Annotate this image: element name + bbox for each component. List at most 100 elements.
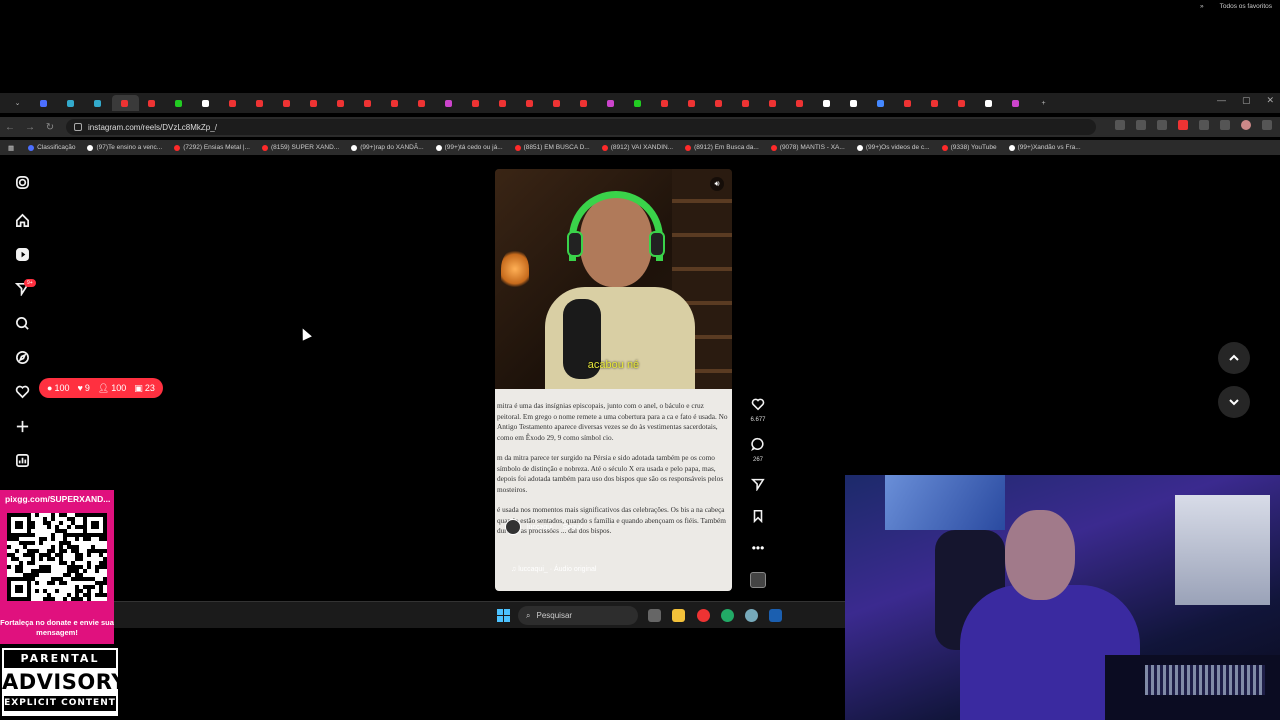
- extension-red-icon[interactable]: [1178, 120, 1188, 130]
- create-icon[interactable]: [13, 417, 31, 435]
- browser-tab[interactable]: [85, 95, 112, 111]
- browser-tab[interactable]: [868, 95, 895, 111]
- bookmark-item[interactable]: (9338) YouTube: [941, 144, 997, 151]
- bookmark-item[interactable]: (99+)rap do XANDÃ...: [351, 144, 424, 151]
- bookmark-item[interactable]: (8912) Em Busca da...: [685, 144, 759, 151]
- browser-tab[interactable]: [814, 95, 841, 111]
- browser-tab[interactable]: [760, 95, 787, 111]
- explore-icon[interactable]: [13, 348, 31, 366]
- task-view-icon[interactable]: [648, 609, 661, 622]
- star-icon[interactable]: [1157, 120, 1167, 130]
- back-icon[interactable]: ←: [0, 122, 20, 133]
- forward-icon[interactable]: →: [20, 122, 40, 133]
- reload-icon[interactable]: ↻: [40, 122, 60, 133]
- comment-action[interactable]: 267: [748, 437, 768, 463]
- bookmark-item[interactable]: (8912) VAI XANDIN...: [601, 144, 673, 151]
- settings-icon[interactable]: [745, 609, 758, 622]
- like-action[interactable]: 6.677: [748, 397, 768, 423]
- author-name[interactable]: luccaqui_: [527, 524, 557, 531]
- reel-player[interactable]: acabou né 🔊︎ mitra é uma das insígnias e…: [495, 169, 732, 591]
- save-action[interactable]: [748, 509, 768, 528]
- browser-tab[interactable]: [220, 95, 247, 111]
- browser-tab[interactable]: [949, 95, 976, 111]
- browser-tab[interactable]: [247, 95, 274, 111]
- all-bookmarks-folder[interactable]: Todos os favoritos: [1220, 3, 1272, 10]
- extension-icon[interactable]: [1199, 120, 1209, 130]
- more-options-icon[interactable]: •••: [748, 541, 768, 555]
- browser-tab[interactable]: [490, 95, 517, 111]
- reels-icon[interactable]: [13, 245, 31, 263]
- browser-tab[interactable]: [625, 95, 652, 111]
- sound-icon[interactable]: 🔊︎: [710, 177, 724, 191]
- browser-tab[interactable]: [301, 95, 328, 111]
- search-icon[interactable]: [13, 314, 31, 332]
- address-bar[interactable]: instagram.com/reels/DVzLc8MkZp_/: [66, 119, 1096, 135]
- instagram-logo-icon[interactable]: [13, 173, 31, 191]
- notifications-heart-icon[interactable]: [13, 382, 31, 400]
- browser-tab[interactable]: [355, 95, 382, 111]
- app-icon[interactable]: [721, 609, 734, 622]
- browser-tab[interactable]: [517, 95, 544, 111]
- browser-tab[interactable]: [463, 95, 490, 111]
- browser-tab[interactable]: [544, 95, 571, 111]
- browser-tab[interactable]: [733, 95, 760, 111]
- browser-tab[interactable]: [193, 95, 220, 111]
- dashboard-icon[interactable]: [13, 451, 31, 469]
- browser-tab[interactable]: [382, 95, 409, 111]
- site-info-icon[interactable]: [74, 123, 82, 131]
- audio-thumbnail[interactable]: [750, 572, 766, 588]
- tab-search-icon[interactable]: ⌄: [4, 95, 31, 111]
- steam-icon[interactable]: [769, 609, 782, 622]
- browser-tab[interactable]: [841, 95, 868, 111]
- browser-tab[interactable]: [598, 95, 625, 111]
- notification-counters-pill[interactable]: ● 100 ♥ 9 👤︎ 100 ▣ 23: [39, 378, 163, 398]
- menu-icon[interactable]: [1262, 120, 1272, 130]
- new-tab-icon[interactable]: +: [1030, 95, 1057, 111]
- file-explorer-icon[interactable]: [672, 609, 685, 622]
- bookmark-item[interactable]: (9078) MANTIS - XA...: [770, 144, 845, 151]
- bookmark-item[interactable]: (99+)Xandão vs Fra...: [1008, 144, 1081, 151]
- browser-tab[interactable]: [328, 95, 355, 111]
- home-icon[interactable]: [13, 211, 31, 229]
- browser-tab[interactable]: [166, 95, 193, 111]
- reel-audio-label[interactable]: ♫ luccaqui_ · Áudio original: [511, 566, 596, 573]
- zoom-icon[interactable]: [1136, 120, 1146, 130]
- browser-tab[interactable]: [436, 95, 463, 111]
- bookmark-item[interactable]: (97)Te ensino a venc...: [87, 144, 162, 151]
- profile-avatar[interactable]: [1241, 120, 1251, 130]
- browser-tab[interactable]: [409, 95, 436, 111]
- maximize-icon[interactable]: ▢: [1242, 95, 1251, 106]
- bookmark-item[interactable]: Classificação: [28, 144, 75, 151]
- browser-tab[interactable]: [112, 95, 139, 111]
- browser-tab[interactable]: [706, 95, 733, 111]
- bookmark-item[interactable]: (8851) EM BUSCA D...: [514, 144, 590, 151]
- browser-tab[interactable]: [652, 95, 679, 111]
- minimize-icon[interactable]: —: [1217, 95, 1226, 106]
- browser-tab[interactable]: [787, 95, 814, 111]
- close-window-icon[interactable]: ✕: [1266, 95, 1274, 106]
- browser-tab[interactable]: [31, 95, 58, 111]
- browser-tab[interactable]: [58, 95, 85, 111]
- follow-button[interactable]: Seguir: [563, 524, 583, 531]
- browser-tab[interactable]: [922, 95, 949, 111]
- browser-tab[interactable]: [895, 95, 922, 111]
- bookmark-item[interactable]: (7292) Ensias Metal |...: [174, 144, 250, 151]
- author-avatar[interactable]: [505, 519, 521, 535]
- browser-tab[interactable]: [679, 95, 706, 111]
- browser-tab[interactable]: [571, 95, 598, 111]
- chrome-icon[interactable]: [697, 609, 710, 622]
- next-reel-button[interactable]: [1218, 386, 1250, 418]
- share-action[interactable]: [748, 477, 768, 496]
- more-bookmarks-icon[interactable]: »: [1200, 3, 1204, 10]
- browser-tab[interactable]: [139, 95, 166, 111]
- browser-tab[interactable]: [274, 95, 301, 111]
- previous-reel-button[interactable]: [1218, 342, 1250, 374]
- bookmark-item[interactable]: (8159) SUPER XAND...: [261, 144, 339, 151]
- reel-video[interactable]: acabou né 🔊︎: [495, 169, 732, 389]
- puzzle-icon[interactable]: [1220, 120, 1230, 130]
- browser-tab[interactable]: [976, 95, 1003, 111]
- cast-icon[interactable]: [1115, 120, 1125, 130]
- browser-tab[interactable]: [1003, 95, 1030, 111]
- bookmark-item[interactable]: (99+)Os videos de c...: [856, 144, 930, 151]
- bookmark-item[interactable]: (99+)tá cedo ou já...: [435, 144, 503, 151]
